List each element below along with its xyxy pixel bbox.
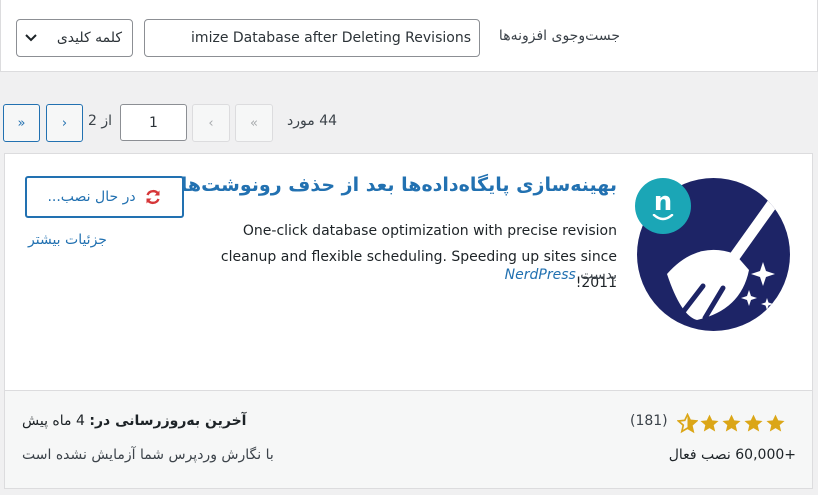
star-filled-icon [744,414,763,432]
rating-stars [677,413,786,434]
update-spinner-icon [144,188,162,206]
search-bar: جست‌وجوی افزونه‌ها imize Database after … [0,0,818,72]
search-input[interactable]: imize Database after Deleting Revisions [144,19,480,57]
last-updated-value: 4 ماه پیش [22,413,85,429]
star-filled-icon [766,414,785,432]
star-filled-icon [700,414,719,432]
search-label: جست‌وجوی افزونه‌ها [498,28,620,44]
author-link[interactable]: NerdPress [505,267,576,283]
star-half-icon [677,413,698,434]
plugin-title[interactable]: بهینه‌سازی پایگاه‌داده‌ها بعد از حذف رون… [181,174,617,196]
active-installs: +60,000 نصب فعال [668,447,796,463]
install-button-label: در حال نصب... [47,189,136,205]
more-details-link[interactable]: جزئیات بیشتر [28,232,107,248]
current-page-input[interactable]: 1 [120,104,187,141]
prev-page-button: ‹ [192,104,230,142]
first-page-button: « [235,104,273,142]
author-prefix: بدست [580,267,617,283]
plugin-icon-badge: n [635,178,691,234]
search-type-value: کلمه کلیدی [56,30,122,46]
last-updated: آخرین به‌روزرسانی در: 4 ماه پیش [22,413,246,429]
search-input-value: imize Database after Deleting Revisions [191,30,471,46]
compatibility-notice: با نگارش وردپرس شما آزمایش نشده است [22,447,274,463]
last-updated-label: آخرین به‌روزرسانی در: [89,413,247,429]
chevron-down-icon [25,30,37,46]
smile-icon [652,214,674,221]
plugin-card-bottom: (181) +60,000 نصب فعال آخرین به‌روزرسانی… [5,390,812,488]
next-page-button[interactable]: › [46,104,83,142]
star-filled-icon [722,414,741,432]
plugin-card: n بهینه‌سازی پایگاه‌داده‌ها بعد از حذف ر… [4,153,813,489]
items-count: 44 مورد [287,113,338,129]
badge-letter: n [653,187,673,217]
plugin-author: بدست NerdPress [505,267,617,283]
ratings-count[interactable]: (181) [630,413,668,429]
plugin-card-top: n بهینه‌سازی پایگاه‌داده‌ها بعد از حذف ر… [5,154,812,390]
search-type-select[interactable]: کلمه کلیدی [16,19,133,57]
plugin-description: One-click database optimization with pre… [220,223,617,291]
total-pages: از 2 [88,113,113,129]
last-page-button[interactable]: » [3,104,40,142]
install-button[interactable]: در حال نصب... [25,176,184,218]
